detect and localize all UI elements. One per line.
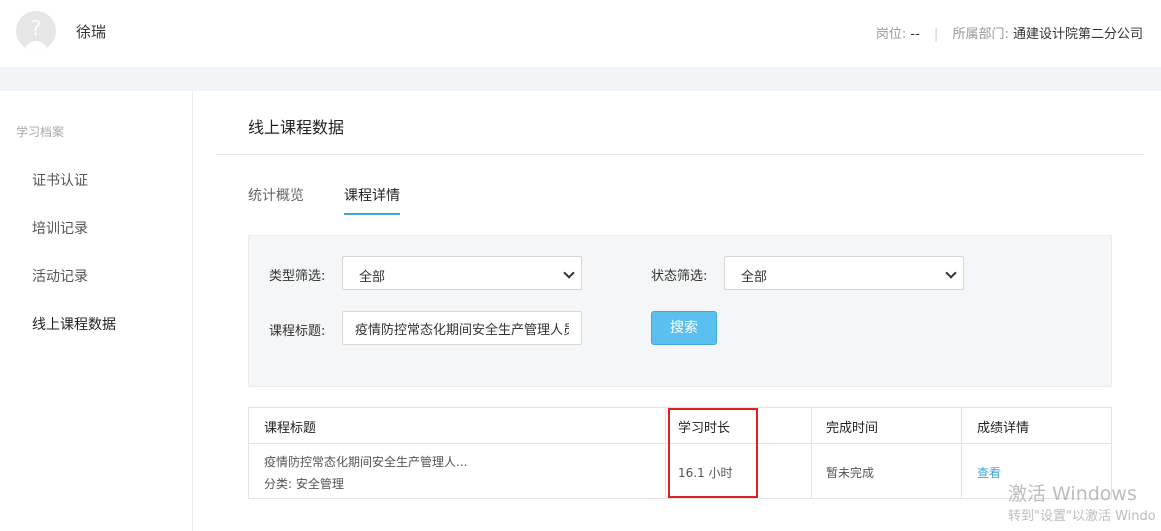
- header-course-title: 课程标题: [264, 421, 317, 436]
- course-title-input[interactable]: [342, 311, 582, 345]
- title-divider: [216, 154, 1144, 155]
- column-divider: [961, 408, 962, 498]
- page-title: 线上课程数据: [248, 118, 345, 137]
- sidebar-item-certificates[interactable]: 证书认证: [32, 170, 88, 190]
- header-divider-band: [0, 67, 1161, 91]
- windows-activation-hint: 转到"设置"以激活 Windo: [1008, 509, 1156, 524]
- status-filter-select[interactable]: 全部: [724, 256, 964, 290]
- view-details-link[interactable]: 查看: [977, 464, 1001, 481]
- chevron-down-icon: [945, 267, 957, 279]
- row-course-title: 疫情防控常态化期间安全生产管理人...: [264, 455, 468, 469]
- row-completion-time: 暂未完成: [826, 466, 875, 480]
- chevron-down-icon: [563, 267, 575, 279]
- header-completion-time: 完成时间: [826, 421, 879, 436]
- column-divider: [811, 408, 812, 498]
- position-value: --: [910, 27, 920, 42]
- windows-activation-watermark: 激活 Windows: [1008, 483, 1137, 505]
- status-filter-value: 全部: [741, 270, 768, 285]
- sidebar-heading: 学习档案: [16, 125, 65, 139]
- type-filter-label: 类型筛选:: [269, 269, 326, 284]
- avatar[interactable]: ?: [16, 11, 56, 51]
- tab-course-details[interactable]: 课程详情: [344, 185, 400, 215]
- course-title-label: 课程标题:: [269, 324, 326, 339]
- username: 徐瑞: [76, 23, 107, 41]
- position-label: 岗位:: [875, 27, 907, 42]
- column-divider: [665, 408, 666, 498]
- app-root: ? 徐瑞 岗位: -- | 所属部门: 通建设计院第二分公司 学习档案 证书认证…: [0, 0, 1161, 531]
- type-filter-select[interactable]: 全部: [342, 256, 582, 290]
- header-separator: |: [933, 27, 939, 42]
- user-placeholder-icon: ?: [30, 16, 42, 40]
- department-value: 通建设计院第二分公司: [1012, 27, 1143, 42]
- sidebar-item-activity-records[interactable]: 活动记录: [32, 266, 88, 286]
- sidebar: 学习档案: [0, 91, 193, 531]
- sidebar-item-online-course-data[interactable]: 线上课程数据: [32, 314, 116, 334]
- tab-overview[interactable]: 统计概览: [248, 185, 304, 213]
- sidebar-item-training-records[interactable]: 培训记录: [32, 218, 88, 238]
- row-course-category: 分类: 安全管理: [264, 477, 344, 491]
- header-user-info: 岗位: -- | 所属部门: 通建设计院第二分公司: [876, 23, 1143, 42]
- status-filter-label: 状态筛选:: [651, 269, 708, 284]
- annotation-highlight-box: [668, 408, 758, 498]
- type-filter-value: 全部: [359, 270, 386, 285]
- header-score-details: 成绩详情: [977, 421, 1030, 436]
- search-button[interactable]: 搜索: [651, 311, 717, 345]
- department-label: 所属部门:: [952, 27, 1009, 42]
- top-header: ? 徐瑞 岗位: -- | 所属部门: 通建设计院第二分公司: [0, 0, 1161, 67]
- user-body-shape: [24, 41, 48, 51]
